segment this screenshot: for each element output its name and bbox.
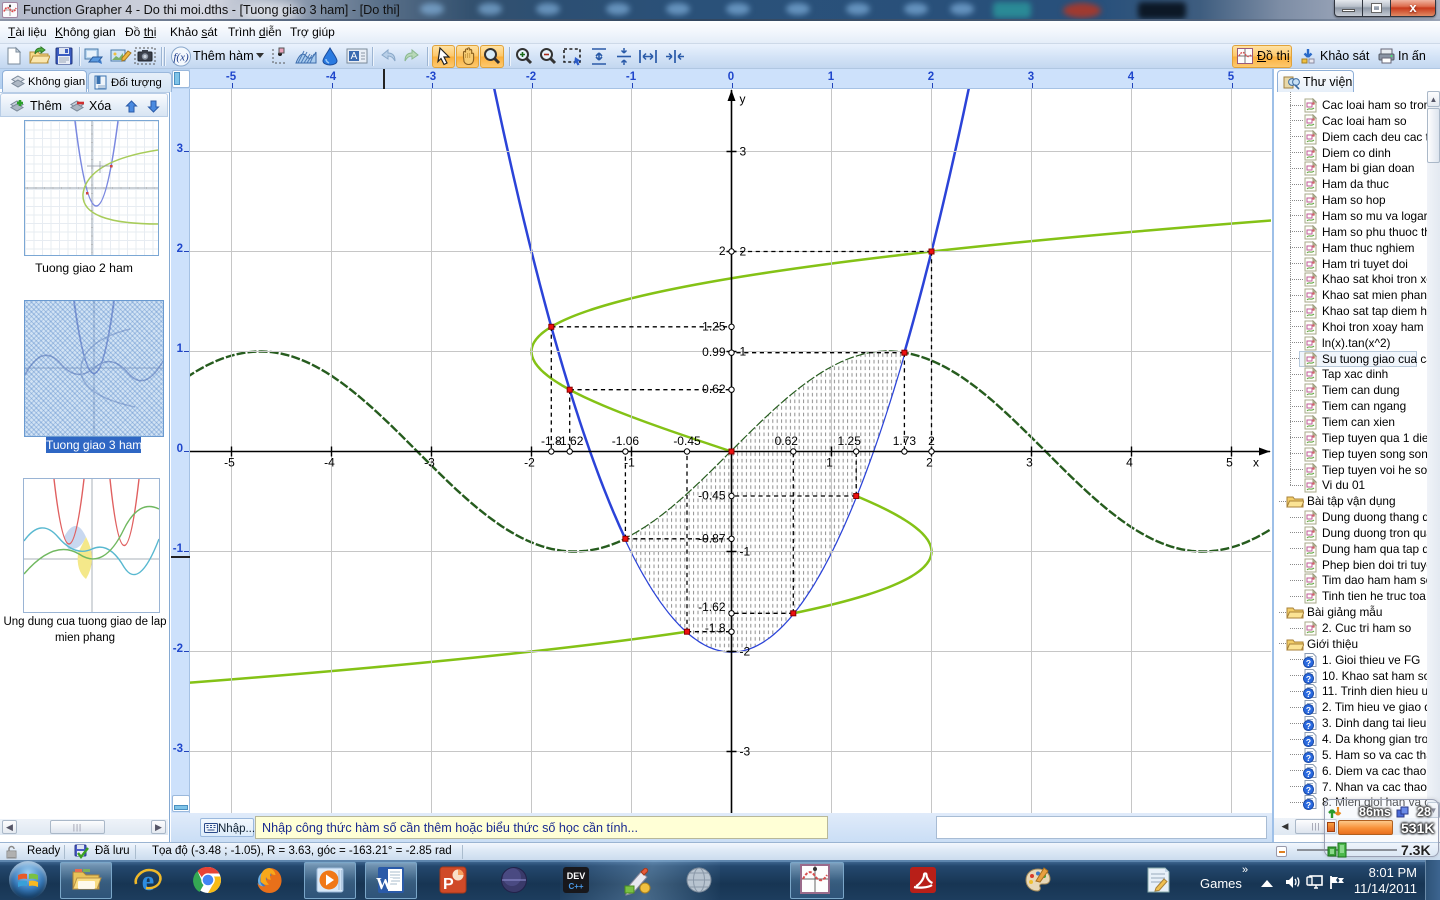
svg-text:3: 3: [740, 145, 747, 159]
svg-text:0.62: 0.62: [775, 434, 799, 448]
svg-text:-0.87: -0.87: [698, 531, 726, 545]
svg-text:-0.45: -0.45: [698, 489, 726, 503]
svg-text:?: ?: [1306, 769, 1311, 779]
svg-text:C++: C++: [568, 882, 583, 891]
svg-text:?: ?: [1306, 658, 1311, 668]
svg-text:-0.45: -0.45: [673, 434, 701, 448]
svg-text:-1.62: -1.62: [698, 600, 726, 614]
svg-text:-1: -1: [740, 545, 751, 559]
svg-text:f(x): f(x): [173, 52, 189, 64]
svg-text:P: P: [443, 876, 454, 893]
svg-text:A: A: [351, 51, 358, 62]
svg-text:-1.06: -1.06: [612, 434, 640, 448]
svg-text:2: 2: [719, 244, 726, 258]
svg-text:?: ?: [1306, 737, 1311, 747]
svg-text:4: 4: [1126, 456, 1133, 470]
svg-text:0.62: 0.62: [702, 382, 726, 396]
svg-text:?: ?: [1306, 721, 1311, 731]
svg-text:1.73: 1.73: [893, 434, 917, 448]
svg-text:0.99: 0.99: [702, 345, 726, 359]
svg-text:1.25: 1.25: [702, 319, 726, 333]
svg-text:2: 2: [928, 434, 935, 448]
svg-text:-3: -3: [424, 456, 435, 470]
svg-text:-4: -4: [324, 456, 335, 470]
svg-text:?: ?: [1306, 785, 1311, 795]
svg-text:-2: -2: [740, 645, 751, 659]
svg-text:1: 1: [826, 456, 833, 470]
svg-text:?: ?: [1306, 674, 1311, 684]
svg-text:y: y: [740, 92, 746, 106]
svg-text:-5: -5: [224, 456, 235, 470]
svg-text:-2: -2: [524, 456, 535, 470]
svg-text:-3: -3: [740, 745, 751, 759]
svg-text:1: 1: [740, 345, 747, 359]
svg-text:W: W: [376, 874, 393, 893]
svg-text:-1.62: -1.62: [556, 434, 584, 448]
svg-text:3: 3: [1026, 456, 1033, 470]
svg-text:2: 2: [926, 456, 933, 470]
svg-text:?: ?: [1306, 753, 1311, 763]
svg-text:?: ?: [1306, 705, 1311, 715]
svg-text:DEV: DEV: [567, 871, 586, 881]
svg-text:-1.8: -1.8: [705, 621, 726, 635]
svg-text:?: ?: [1306, 800, 1311, 810]
svg-text:1.25: 1.25: [838, 434, 862, 448]
svg-text:?: ?: [1306, 689, 1311, 699]
svg-text:5: 5: [1226, 456, 1233, 470]
svg-text:x: x: [1253, 456, 1259, 470]
